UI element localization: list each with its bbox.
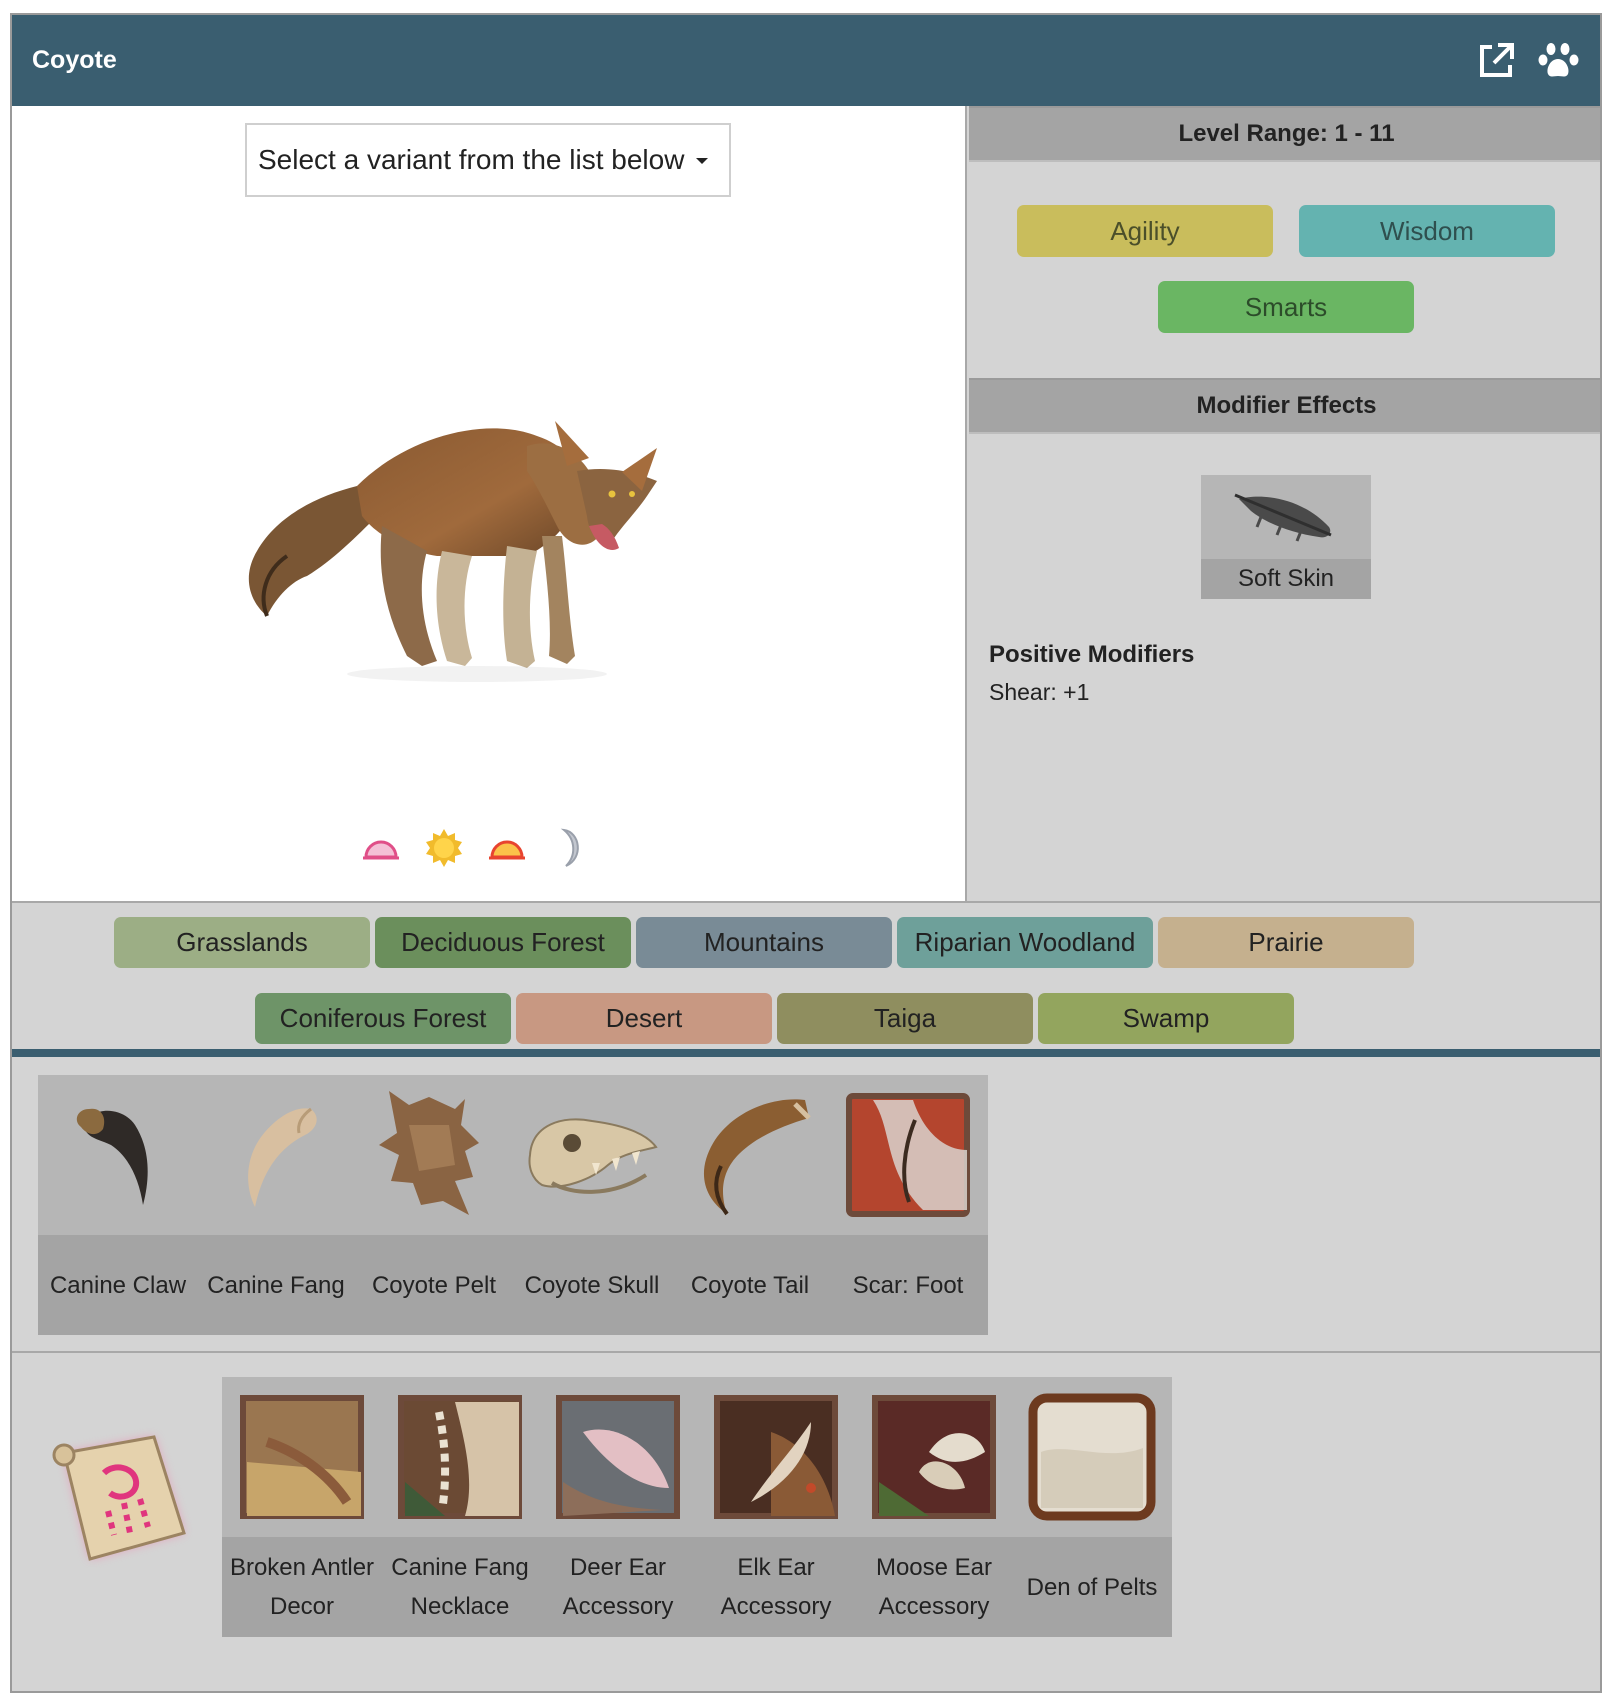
antler-decor-icon: [240, 1395, 364, 1519]
caret-down-icon: [696, 158, 709, 164]
modifier-label: Soft Skin: [1201, 559, 1371, 599]
item-coyote-pelt[interactable]: Coyote Pelt: [354, 1075, 514, 1335]
habitat-riparian-woodland[interactable]: Riparian Woodland: [897, 917, 1153, 968]
dawn-icon: [362, 835, 400, 866]
item-label: Scar: Foot: [828, 1235, 988, 1335]
scroll-icon[interactable]: [44, 1423, 194, 1578]
item-label: Canine Claw: [38, 1235, 198, 1335]
drop-items: Canine Claw Canine Fang Coyote Pelt Coyo…: [12, 1057, 1600, 1353]
external-link-icon[interactable]: [1476, 41, 1516, 81]
modifier-soft-skin[interactable]: Soft Skin: [1201, 475, 1371, 599]
habitat-mountains[interactable]: Mountains: [636, 917, 892, 968]
item-label: Elk Ear Accessory: [696, 1537, 856, 1637]
item-label: Coyote Skull: [512, 1235, 672, 1335]
habitat-grasslands[interactable]: Grasslands: [114, 917, 370, 968]
positive-modifier-value: Shear: +1: [989, 679, 1090, 705]
item-label: Moose Ear Accessory: [854, 1537, 1014, 1637]
habitat-coniferous-forest[interactable]: Coniferous Forest: [255, 993, 511, 1044]
stat-smarts: Smarts: [1158, 281, 1414, 333]
habitat-taiga[interactable]: Taiga: [777, 993, 1033, 1044]
creature-card: Coyote Select a variant from the list be…: [10, 13, 1602, 1693]
header-bar: Coyote: [12, 15, 1600, 106]
item-canine-claw[interactable]: Canine Claw: [38, 1075, 198, 1335]
stat-agility: Agility: [1017, 205, 1273, 257]
stat-label: Wisdom: [1380, 215, 1474, 246]
item-label: Den of Pelts: [1012, 1537, 1172, 1637]
den-icon: [1028, 1393, 1156, 1521]
scar-icon: [846, 1093, 970, 1217]
craft-elk-ear-accessory[interactable]: Elk Ear Accessory: [696, 1377, 856, 1637]
item-label: Broken Antler Decor: [222, 1537, 382, 1637]
deer-ear-icon: [556, 1395, 680, 1519]
craft-deer-ear-accessory[interactable]: Deer Ear Accessory: [538, 1377, 698, 1637]
dusk-icon: [488, 835, 526, 866]
paw-icon[interactable]: [1538, 40, 1580, 82]
habitat-label: Swamp: [1122, 1003, 1210, 1033]
item-label: Canine Fang Necklace: [380, 1537, 540, 1637]
habitat-label: Desert: [605, 1003, 683, 1033]
habitat-label: Grasslands: [176, 927, 308, 957]
feather-icon: [1234, 493, 1332, 542]
creature-title: Coyote: [32, 46, 117, 74]
craft-items: Broken Antler Decor Canine Fang Necklace: [12, 1353, 1600, 1691]
item-coyote-tail[interactable]: Coyote Tail: [670, 1075, 830, 1335]
claw-icon: [76, 1108, 148, 1205]
coyote-image: [248, 421, 657, 682]
habitat-list: Grasslands Deciduous Forest Mountains Ri…: [12, 901, 1600, 1057]
craft-den-of-pelts[interactable]: Den of Pelts: [1012, 1377, 1172, 1637]
variant-dropdown[interactable]: Select a variant from the list below: [245, 123, 731, 197]
craft-broken-antler-decor[interactable]: Broken Antler Decor: [222, 1377, 382, 1637]
item-label: Deer Ear Accessory: [538, 1537, 698, 1637]
elk-ear-icon: [714, 1395, 838, 1519]
habitat-label: Riparian Woodland: [914, 927, 1136, 957]
item-label: Coyote Pelt: [354, 1235, 514, 1335]
stats-panel: Level Range: 1 - 11 Agility Wisdom Smart…: [969, 106, 1600, 901]
sun-icon: [424, 828, 464, 873]
item-label: Canine Fang: [196, 1235, 356, 1335]
modifier-effects-heading: Modifier Effects: [969, 378, 1600, 434]
tail-icon: [703, 1099, 811, 1216]
positive-modifiers-title: Positive Modifiers: [989, 641, 1195, 668]
level-range-heading: Level Range: 1 - 11: [969, 106, 1600, 162]
habitat-desert[interactable]: Desert: [516, 993, 772, 1044]
habitat-label: Mountains: [704, 927, 824, 957]
pelt-icon: [379, 1091, 479, 1215]
skull-icon: [528, 1118, 658, 1194]
moon-icon: [550, 828, 586, 873]
fang-necklace-icon: [398, 1395, 522, 1519]
variant-dropdown-label: Select a variant from the list below: [258, 144, 685, 175]
craft-moose-ear-accessory[interactable]: Moose Ear Accessory: [854, 1377, 1014, 1637]
habitat-swamp[interactable]: Swamp: [1038, 993, 1294, 1044]
habitat-label: Prairie: [1248, 927, 1324, 957]
habitat-label: Coniferous Forest: [279, 1003, 487, 1033]
craft-canine-fang-necklace[interactable]: Canine Fang Necklace: [380, 1377, 540, 1637]
activity-times: [362, 828, 586, 873]
habitat-prairie[interactable]: Prairie: [1158, 917, 1414, 968]
moose-ear-icon: [872, 1395, 996, 1519]
item-scar-foot[interactable]: Scar: Foot: [828, 1075, 988, 1335]
habitat-label: Taiga: [873, 1003, 937, 1033]
item-canine-fang[interactable]: Canine Fang: [196, 1075, 356, 1335]
stat-label: Agility: [1110, 215, 1180, 246]
stat-wisdom: Wisdom: [1299, 205, 1555, 257]
stat-label: Smarts: [1244, 291, 1328, 322]
image-panel: Select a variant from the list below: [12, 106, 967, 901]
item-label: Coyote Tail: [670, 1235, 830, 1335]
item-coyote-skull[interactable]: Coyote Skull: [512, 1075, 672, 1335]
fang-icon: [248, 1107, 317, 1207]
habitat-deciduous-forest[interactable]: Deciduous Forest: [375, 917, 631, 968]
habitat-label: Deciduous Forest: [401, 927, 605, 957]
